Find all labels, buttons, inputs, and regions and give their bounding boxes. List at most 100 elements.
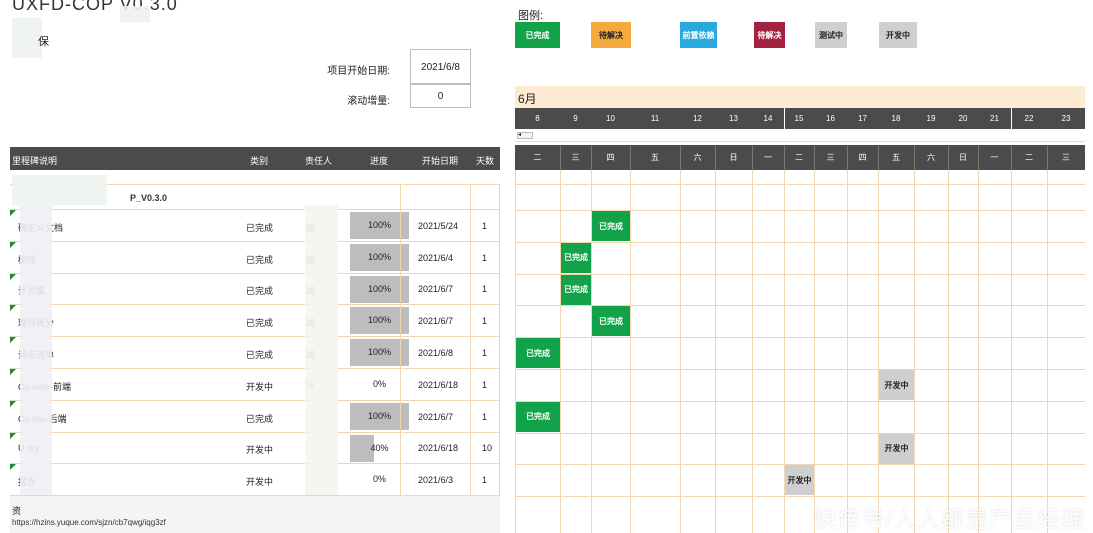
gantt-bar[interactable]: 已完成 <box>516 338 560 369</box>
legend-chip: 开发中 <box>879 22 917 48</box>
row-marker-icon <box>10 400 16 407</box>
table-row[interactable]: 梳理已完成胡100%2021/6/41 <box>10 241 500 274</box>
gantt-bar[interactable]: 已完成 <box>561 274 591 305</box>
row-category: 开发中 <box>246 477 274 488</box>
weekday-label: 三 <box>826 153 835 162</box>
week-divider <box>1011 108 1012 129</box>
progress-text: 100% <box>367 283 392 294</box>
column-divider <box>752 145 753 170</box>
scroll-thumb[interactable]: ◂ <box>517 132 533 139</box>
gantt-bar[interactable]: 开发中 <box>879 370 914 400</box>
progress-text: 100% <box>367 410 392 421</box>
row-days: 1 <box>482 252 488 263</box>
weekday-label: 四 <box>606 153 615 162</box>
row-days: 1 <box>482 411 488 422</box>
table-row[interactable]: 理与拆分已完成胡100%2021/6/71 <box>10 305 500 338</box>
day-number: 15 <box>794 114 804 123</box>
row-marker-icon <box>10 337 16 344</box>
header-progress: 进度 <box>370 156 389 166</box>
row-start-date: 2021/6/4 <box>418 252 454 263</box>
grid-row-line <box>515 241 1085 243</box>
column-divider <box>948 145 949 170</box>
day-number: 13 <box>729 114 738 123</box>
weekday-label: 六 <box>693 153 702 162</box>
scroll-increment-field[interactable]: 0 <box>410 84 471 108</box>
day-number: 22 <box>1024 114 1034 123</box>
legend-chip: 已完成 <box>515 22 560 48</box>
gantt-bar[interactable]: 已完成 <box>516 401 560 432</box>
column-divider <box>1011 145 1012 170</box>
row-marker-icon <box>10 210 16 216</box>
legend-chip: 测试中 <box>815 22 847 48</box>
legend-chip: 前置依赖 <box>680 22 717 48</box>
row-start-date: 2021/6/3 <box>418 475 454 486</box>
row-marker-icon <box>10 369 16 375</box>
weekday-label: 六 <box>927 153 935 162</box>
legend-chip: 待解决 <box>754 22 785 48</box>
grid-column-line <box>814 170 815 533</box>
grid-column-line <box>630 170 631 533</box>
gantt-bar[interactable]: 已完成 <box>561 242 591 273</box>
row-start-date: 2021/6/7 <box>418 411 454 422</box>
weekday-label: 二 <box>533 153 542 162</box>
footer <box>10 496 500 533</box>
table-row[interactable]: 计方案已完成胡100%2021/6/71 <box>10 273 500 306</box>
gantt-bar[interactable]: 开发中 <box>879 433 914 464</box>
day-number: 14 <box>763 114 773 123</box>
row-marker-icon <box>10 432 16 439</box>
legend-title: 图例: <box>518 10 544 22</box>
row-days: 10 <box>482 443 493 454</box>
header-category: 类别 <box>250 156 269 166</box>
row-category: 已完成 <box>246 350 274 361</box>
start-date-label: 项目开始日期: <box>327 66 390 77</box>
column-divider <box>560 145 561 170</box>
row-start-date: 2021/6/7 <box>418 316 454 327</box>
grid-row-line <box>515 432 1085 434</box>
start-date-field[interactable]: 2021/6/8 <box>410 49 471 84</box>
grid-column-line <box>680 170 681 533</box>
day-number: 20 <box>958 114 968 123</box>
row-days: 1 <box>482 348 488 359</box>
day-number-row: 8 9 10 11 12 13 14 15 16 17 18 19 20 21 22 23 <box>515 108 1085 129</box>
table-row[interactable]: U ory开发中40%2021/6/1810 <box>10 432 500 465</box>
legend-chip: 待解决 <box>591 22 631 48</box>
grid-column-line <box>948 170 949 533</box>
weekday-label: 三 <box>571 153 580 162</box>
progress-text: 0% <box>372 379 386 389</box>
row-category: 已完成 <box>246 222 274 233</box>
grid-row-line <box>515 184 1085 185</box>
table-row[interactable]: Co view-前端开发中冷0%2021/6/181 <box>10 369 500 401</box>
day-number: 10 <box>606 114 615 123</box>
weekday-label: 四 <box>858 153 867 162</box>
grid-column-line <box>1011 170 1012 533</box>
row-category: 已完成 <box>246 413 274 424</box>
weekday-row: 二三四五六日一二三四五六日一二三 <box>515 145 1085 170</box>
column-divider <box>1047 145 1048 170</box>
row-start-date: 2021/5/24 <box>418 220 459 231</box>
column-divider <box>715 145 716 170</box>
grid-row-line <box>515 496 1085 498</box>
progress-text: 0% <box>372 474 386 485</box>
table-row[interactable]: 报告开发中0%2021/6/31 <box>10 464 500 497</box>
redacted-block <box>20 205 52 495</box>
gantt-bar[interactable]: 已完成 <box>592 306 630 337</box>
day-number: 16 <box>826 114 835 123</box>
table-row[interactable]: Co iew-后端已完成100%2021/6/71 <box>10 400 500 433</box>
doc-link[interactable]: https://hzins.yuque.com/sjzn/cb7qwg/iqg3… <box>12 518 166 527</box>
table-row[interactable]: 确定义文档已完成胡100%2021/5/241 <box>10 210 500 242</box>
scroll-bar[interactable]: ◂ <box>515 129 1085 142</box>
row-category: 开发中 <box>246 445 274 456</box>
group-label: P_V0.3.0 <box>130 193 168 203</box>
gantt-bar[interactable]: 开发中 <box>785 465 814 496</box>
progress-text: 100% <box>367 220 392 230</box>
gantt-grid: 已完成 已完成 已完成 已完成 已完成 开发中 已完成 开发中 开发中 <box>515 170 1085 533</box>
column-divider <box>814 145 815 170</box>
day-number: 11 <box>650 114 660 123</box>
grid-column-line <box>1047 170 1048 533</box>
row-start-date: 2021/6/18 <box>418 379 459 390</box>
day-number: 12 <box>693 114 702 123</box>
table-row[interactable]: 词点清单已完成胡100%2021/6/81 <box>10 337 500 369</box>
column-divider <box>591 145 592 170</box>
gantt-bar[interactable]: 已完成 <box>592 211 630 241</box>
watermark-text: 快传号/人人都是产品经理 <box>813 506 1085 532</box>
